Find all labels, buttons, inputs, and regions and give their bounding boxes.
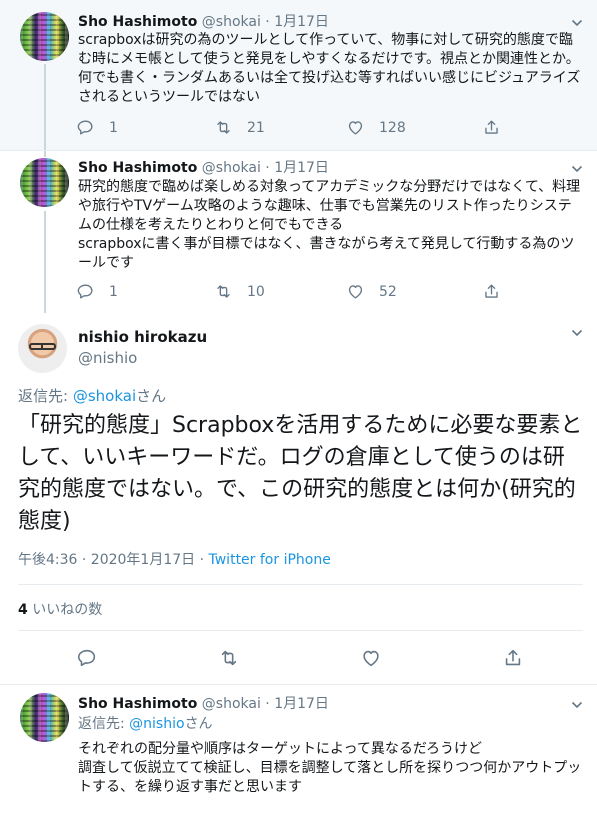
heart-icon — [363, 650, 379, 667]
chevron-down-icon[interactable] — [571, 160, 583, 173]
retweet-button[interactable] — [218, 647, 240, 669]
reply-icon — [77, 120, 93, 135]
reply-tweet[interactable]: Sho Hashimoto @shokai · 1月17日 返信先: @nish… — [0, 685, 597, 838]
chevron-down-icon[interactable] — [571, 696, 583, 709]
chevron-down-icon[interactable] — [571, 14, 583, 27]
tweet-meta: 午後4:36 · 2020年1月17日 · Twitter for iPhone — [18, 549, 331, 569]
user-handle[interactable]: @shokai — [202, 696, 261, 712]
reply-count: 1 — [109, 283, 118, 300]
reply-to-link[interactable]: @shokai — [73, 387, 136, 405]
reply-prefix: 返信先: — [78, 716, 130, 732]
like-count: 128 — [379, 119, 406, 136]
share-icon — [485, 120, 498, 134]
retweet-button[interactable]: 10 — [214, 282, 265, 301]
heart-icon — [348, 121, 363, 135]
avatar[interactable] — [20, 158, 69, 207]
reply-button[interactable]: 1 — [76, 282, 118, 301]
retweet-count: 21 — [247, 119, 265, 136]
reply-to-link[interactable]: @nishio — [129, 716, 184, 732]
retweet-button[interactable]: 21 — [214, 118, 265, 137]
retweet-icon — [221, 650, 237, 666]
thread-connector — [44, 211, 46, 313]
tweet-date[interactable]: · 1月17日 — [265, 696, 329, 712]
divider — [18, 584, 583, 585]
tweet-1[interactable]: Sho Hashimoto @shokai · 1月17日 scrapboxは研… — [0, 0, 597, 150]
avatar[interactable] — [20, 12, 69, 61]
like-button[interactable]: 128 — [346, 118, 406, 137]
tweet-timestamp[interactable]: 午後4:36 · 2020年1月17日 · — [18, 552, 209, 568]
chevron-down-icon[interactable] — [571, 324, 583, 337]
share-icon — [505, 649, 521, 666]
like-button[interactable]: 52 — [346, 282, 397, 301]
reply-button[interactable] — [76, 647, 98, 669]
user-handle[interactable]: @shokai — [202, 160, 261, 176]
likes-count: 4 — [18, 602, 28, 618]
display-name[interactable]: Sho Hashimoto — [78, 14, 197, 30]
retweet-icon — [217, 285, 230, 298]
like-count: 52 — [379, 283, 397, 300]
share-button[interactable] — [482, 282, 501, 301]
avatar-glasses — [29, 343, 56, 350]
divider — [18, 630, 583, 631]
reply-context: 返信先: @nishioさん — [78, 715, 583, 734]
tweet-text: 研究的態度で臨めば楽しめる対象ってアカデミックな分野だけではなくて、料理や旅行や… — [78, 179, 581, 271]
thread-connector — [44, 64, 46, 150]
user-handle[interactable]: @nishio — [78, 349, 137, 367]
tweet-header: Sho Hashimoto @shokai · 1月17日 — [78, 157, 329, 177]
heart-icon — [348, 285, 363, 299]
reply-context: 返信先: @shokaiさん — [18, 385, 166, 406]
tweet-2[interactable]: Sho Hashimoto @shokai · 1月17日 研究的態度で臨めば楽… — [0, 151, 597, 313]
user-handle[interactable]: @shokai — [202, 14, 261, 30]
share-button[interactable] — [502, 647, 524, 669]
tweet-text: scrapboxは研究の為のツールとして作っていて、物事に対して研究的態度で臨む… — [78, 32, 581, 105]
reply-icon — [77, 284, 93, 299]
tweet-header: Sho Hashimoto @shokai · 1月17日 — [78, 11, 329, 31]
main-tweet-actions — [0, 647, 597, 667]
avatar[interactable] — [18, 324, 67, 373]
reply-icon — [77, 649, 96, 667]
avatar[interactable] — [20, 693, 69, 742]
tweet-date[interactable]: · 1月17日 — [265, 14, 329, 30]
retweet-icon — [217, 121, 230, 134]
main-tweet-text: 「研究的態度」Scrapboxを活用するために必要な要素として、いいキーワードだ… — [18, 413, 583, 534]
thread-connector — [44, 151, 46, 157]
display-name[interactable]: nishio hirokazu — [78, 328, 207, 346]
tweet-text: それぞれの配分量や順序はターゲットによって異なるだろうけど 調査して仮説立てて検… — [78, 741, 582, 795]
share-button[interactable] — [482, 118, 501, 137]
display-name[interactable]: Sho Hashimoto — [78, 160, 197, 176]
tweet-header: Sho Hashimoto @shokai · 1月17日 — [78, 693, 329, 713]
likes-label: いいねの数 — [27, 602, 103, 618]
reply-prefix: 返信先: — [18, 387, 73, 405]
likes-summary[interactable]: 4 いいねの数 — [18, 599, 102, 619]
reply-suffix: さん — [136, 387, 167, 405]
share-icon — [485, 284, 498, 298]
reply-button[interactable]: 1 — [76, 118, 118, 137]
display-name[interactable]: Sho Hashimoto — [78, 696, 197, 712]
reply-suffix: さん — [184, 716, 213, 732]
tweet-source-link[interactable]: Twitter for iPhone — [209, 552, 331, 568]
like-button[interactable] — [360, 647, 382, 669]
reply-count: 1 — [109, 119, 118, 136]
tweet-date[interactable]: · 1月17日 — [265, 160, 329, 176]
retweet-count: 10 — [247, 283, 265, 300]
